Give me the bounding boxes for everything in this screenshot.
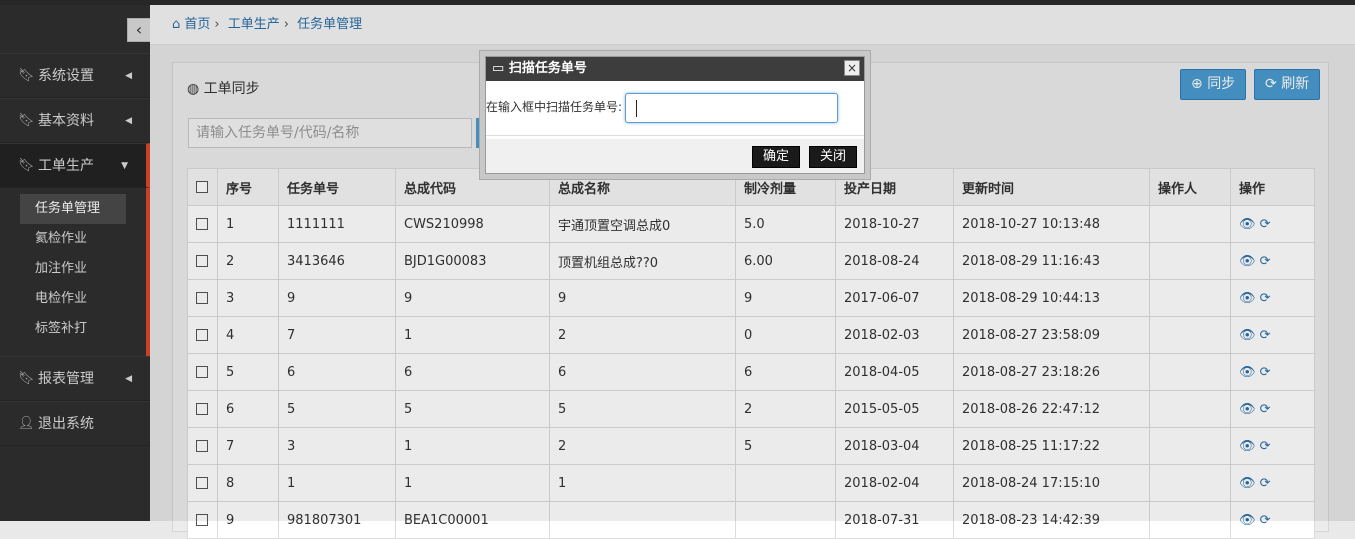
close-icon[interactable]: × — [844, 60, 860, 76]
scan-dialog-body: ▭ 扫描任务单号 × 在输入框中扫描任务单号: 确定 关闭 — [485, 56, 865, 174]
text-caret — [636, 100, 637, 117]
close-button[interactable]: 关闭 — [809, 146, 858, 168]
scan-label: 在输入框中扫描任务单号: — [486, 100, 623, 114]
window-icon: ▭ — [492, 61, 505, 76]
scan-input[interactable] — [625, 93, 838, 123]
dialog-footer: 确定 关闭 — [486, 139, 864, 173]
divider — [486, 135, 864, 136]
scan-dialog: ▭ 扫描任务单号 × 在输入框中扫描任务单号: 确定 关闭 — [479, 50, 871, 180]
confirm-button[interactable]: 确定 — [752, 146, 801, 168]
dialog-header: ▭ 扫描任务单号 — [486, 57, 864, 81]
dialog-title: 扫描任务单号 — [508, 61, 587, 76]
